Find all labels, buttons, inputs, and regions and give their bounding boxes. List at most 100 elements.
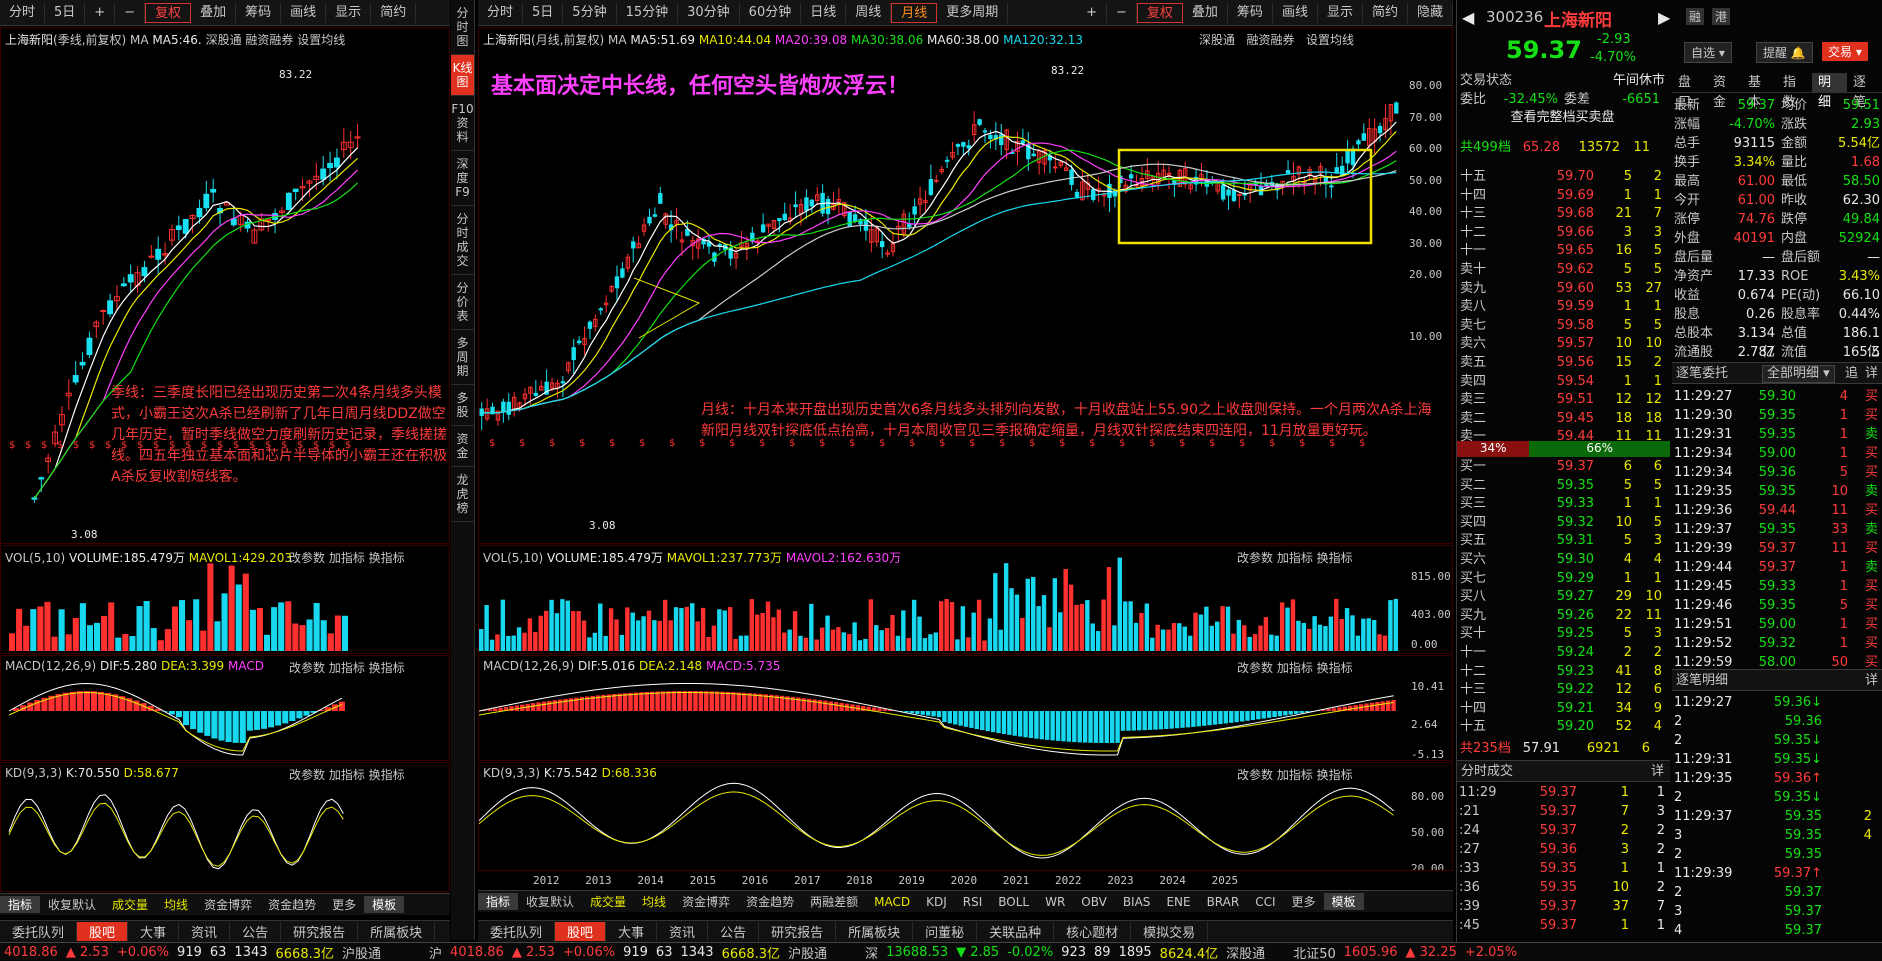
period-intraday[interactable]: 分时 (478, 2, 524, 23)
mid-chips[interactable]: 筹码 (1228, 2, 1273, 23)
wt-filter[interactable]: 全部明细 ▾ (1762, 365, 1835, 383)
sh-index-2[interactable]: 4018.86 (446, 945, 508, 960)
sell-row[interactable]: 十四 59.69 1 1 (1456, 187, 1669, 206)
hgt-link[interactable]: 沪股通 (338, 943, 385, 961)
sell-row[interactable]: 卖四 59.54 1 1 (1456, 373, 1669, 392)
buy-row[interactable]: 十五 59.20 52 4 (1456, 718, 1669, 737)
margin-badge[interactable]: 融 (1686, 8, 1705, 25)
zoom-out-button[interactable]: − (115, 2, 146, 23)
left-kline-panel[interactable]: 上海新阳(季线,前复权) MA MA5:46. 深股通 融资融券 设置均线 $ $… (0, 27, 450, 544)
period-5min[interactable]: 5分钟 (563, 2, 617, 23)
mid-draw-line[interactable]: 画线 (1273, 2, 1318, 23)
mid-zoom-out[interactable]: − (1107, 2, 1137, 23)
left-info-notice[interactable]: 公告 (230, 922, 282, 941)
overlay-button[interactable]: 叠加 (191, 2, 237, 23)
watchlist-button[interactable]: 自选 ▾ (1684, 42, 1732, 63)
mid-ind-18[interactable]: 模板 (1323, 893, 1364, 910)
wt-detail[interactable]: 详 (1865, 363, 1878, 385)
left-macd-panel[interactable]: MACD(12,26,9) DIF:5.280 DEA:3.399 MACD 改… (0, 655, 450, 761)
mid-macd-panel[interactable]: MACD(12,26,9) DIF:5.016 DEA:2.148 MACD:5… (478, 655, 1453, 761)
mid-info-tab-0[interactable]: 委托队列 (478, 922, 556, 941)
mid-ind-12[interactable]: OBV (1073, 895, 1115, 909)
mid-info-tab-1[interactable]: 股吧 (555, 922, 607, 941)
left-ind-volume[interactable]: 成交量 (104, 896, 156, 913)
buy-row[interactable]: 买五 59.31 5 3 (1456, 532, 1669, 551)
prev-stock-icon[interactable]: ◀ (1462, 8, 1474, 27)
buy-row[interactable]: 买三 59.33 1 1 (1456, 495, 1669, 514)
chips-button[interactable]: 筹码 (236, 2, 282, 23)
buy-row[interactable]: 十二 59.23 41 8 (1456, 663, 1669, 682)
buy-row[interactable]: 十一 59.24 2 2 (1456, 644, 1669, 663)
mid-info-tab-10[interactable]: 模拟交易 (1131, 922, 1209, 941)
mid-vol-panel[interactable]: VOL(5,10) VOLUME:185.479万 MAVOL1:237.773… (478, 545, 1453, 654)
trade-button[interactable]: 交易 ▾ (1822, 42, 1868, 61)
vtab-depth[interactable]: 深度F9 (451, 151, 474, 206)
mid-ind-1[interactable]: 收复默认 (518, 893, 582, 910)
period-60min[interactable]: 60分钟 (740, 2, 802, 23)
vtab-kline[interactable]: K线图 (451, 55, 474, 96)
buy-row[interactable]: 买一 59.37 6 6 (1456, 458, 1669, 477)
mid-zoom-in[interactable]: + (1077, 2, 1107, 23)
fs-more[interactable]: 详 (1651, 761, 1664, 783)
sell-row[interactable]: 卖六 59.57 10 10 (1456, 335, 1669, 354)
right-tab-2[interactable]: 基本 (1742, 73, 1777, 110)
mid-info-tab-6[interactable]: 所属板块 (836, 922, 914, 941)
sh-index[interactable]: 4018.86 (0, 945, 62, 960)
sell-row[interactable]: 十三 59.68 21 7 (1456, 205, 1669, 224)
left-info-forum[interactable]: 股吧 (77, 922, 129, 941)
vtab-ticks[interactable]: 分时成交 (451, 206, 474, 275)
alert-button[interactable]: 提醒 🔔 (1756, 42, 1813, 63)
display-button[interactable]: 显示 (326, 2, 372, 23)
left-info-sector[interactable]: 所属板块 (358, 922, 436, 941)
left-kd-panel[interactable]: KD(9,3,3) K:70.550 D:58.677 改参数 加指标 换指标 (0, 762, 450, 892)
left-ind-template[interactable]: 模板 (364, 896, 405, 913)
sell-row[interactable]: 十二 59.66 3 3 (1456, 224, 1669, 243)
mid-ind-14[interactable]: ENE (1158, 895, 1198, 909)
sell-row[interactable]: 卖二 59.45 18 18 (1456, 410, 1669, 429)
left-info-research[interactable]: 研究报告 (281, 922, 359, 941)
left-ind-restore[interactable]: 收复默认 (40, 896, 104, 913)
mid-ind-16[interactable]: CCI (1247, 895, 1283, 909)
next-stock-icon[interactable]: ▶ (1658, 8, 1670, 27)
tb-intraday[interactable]: 分时 (0, 2, 46, 23)
period-5day[interactable]: 5日 (523, 2, 564, 23)
left-ind-ma[interactable]: 均线 (156, 896, 196, 913)
mid-ind-17[interactable]: 更多 (1284, 893, 1324, 910)
buy-row[interactable]: 十四 59.21 34 9 (1456, 700, 1669, 719)
mid-ind-13[interactable]: BIAS (1115, 895, 1159, 909)
bz-label[interactable]: 北证50 (1289, 943, 1340, 961)
hgt-link-2[interactable]: 沪股通 (784, 943, 831, 961)
simple-button[interactable]: 简约 (371, 2, 417, 23)
left-ind-game[interactable]: 资金博弈 (196, 896, 260, 913)
mid-info-tab-2[interactable]: 大事 (606, 922, 658, 941)
hk-badge[interactable]: 港 (1712, 8, 1731, 25)
vtab-intraday[interactable]: 分时图 (451, 0, 474, 55)
vtab-multi-stock[interactable]: 多股 (451, 385, 474, 426)
right-tab-1[interactable]: 资金 (1707, 73, 1742, 110)
mid-ind-0[interactable]: 指标 (478, 893, 519, 910)
vtab-multi-period[interactable]: 多周期 (451, 330, 474, 385)
period-30min[interactable]: 30分钟 (678, 2, 740, 23)
left-ind-more[interactable]: 更多 (324, 896, 364, 913)
buy-row[interactable]: 买八 59.27 29 10 (1456, 588, 1669, 607)
zoom-in-button[interactable]: + (85, 2, 116, 23)
mid-simple[interactable]: 简约 (1363, 2, 1408, 23)
mid-ind-2[interactable]: 成交量 (582, 893, 634, 910)
sell-row[interactable]: 卖七 59.58 5 5 (1456, 317, 1669, 336)
sell-row[interactable]: 卖五 59.56 15 2 (1456, 354, 1669, 373)
mid-ind-9[interactable]: RSI (955, 895, 991, 909)
mx-more[interactable]: 详 (1865, 670, 1878, 692)
right-tab-5[interactable]: 逐笔 (1847, 73, 1882, 110)
period-week[interactable]: 周线 (846, 2, 892, 23)
period-more[interactable]: 更多周期 (937, 2, 1009, 23)
sell-row[interactable]: 十五 59.70 5 2 (1456, 168, 1669, 187)
vtab-funds[interactable]: 资金 (451, 426, 474, 467)
mid-ind-5[interactable]: 资金趋势 (738, 893, 802, 910)
draw-line-button[interactable]: 画线 (281, 2, 327, 23)
period-day[interactable]: 日线 (801, 2, 847, 23)
mid-ind-3[interactable]: 均线 (634, 893, 674, 910)
sell-row[interactable]: 卖十 59.62 5 5 (1456, 261, 1669, 280)
restore-rights-button[interactable]: 复权 (145, 2, 192, 23)
mid-overlay[interactable]: 叠加 (1183, 2, 1228, 23)
buy-row[interactable]: 买九 59.26 22 11 (1456, 607, 1669, 626)
